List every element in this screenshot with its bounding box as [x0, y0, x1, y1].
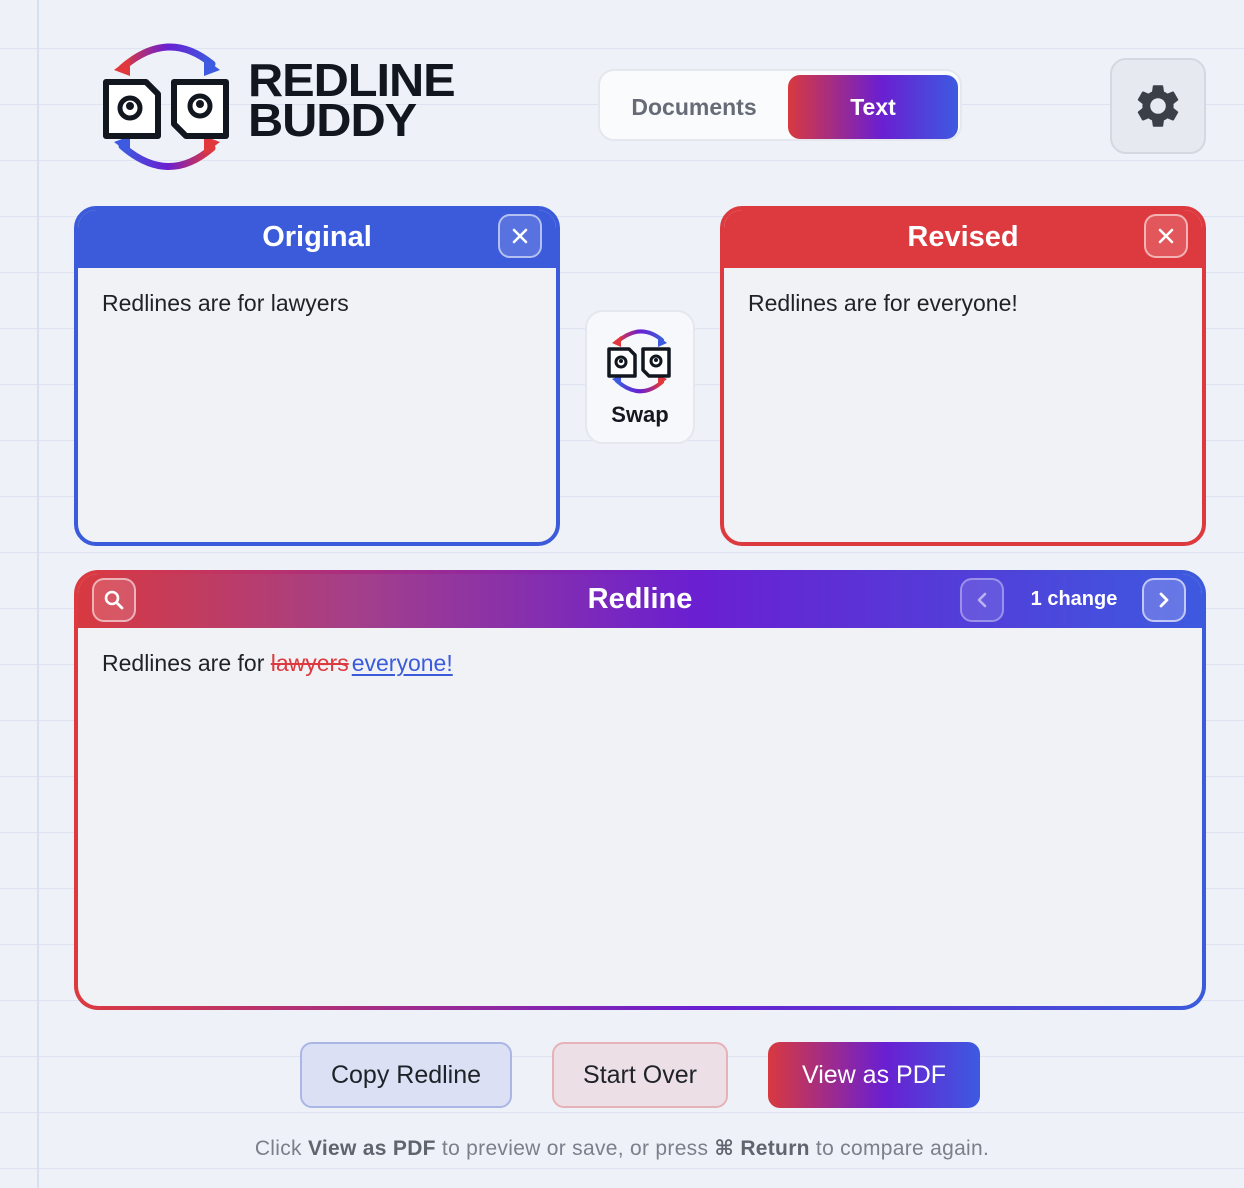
mode-toggle: Documents Text [598, 69, 962, 141]
app-logo [100, 36, 236, 176]
logo-icon [103, 43, 229, 170]
redline-panel: Redline 1 change Redlines are for lawyer… [74, 570, 1206, 1010]
next-change-button[interactable] [1142, 578, 1186, 622]
hint-text: to compare again. [809, 1137, 990, 1160]
start-over-button[interactable]: Start Over [552, 1042, 728, 1108]
redline-header: Redline 1 change [78, 574, 1202, 628]
revised-header: Revised [724, 210, 1202, 268]
chevron-right-icon [1159, 592, 1169, 608]
brand-wordmark: REDLINE BUDDY [248, 57, 456, 143]
swap-button[interactable]: Swap [585, 310, 695, 444]
change-count: 1 change [1030, 587, 1118, 610]
original-header: Original [78, 210, 556, 268]
settings-button[interactable] [1110, 58, 1206, 154]
view-pdf-button[interactable]: View as PDF [768, 1042, 980, 1108]
search-icon [104, 590, 124, 610]
chevron-left-icon [977, 592, 987, 608]
redline-deletion: lawyers [270, 650, 349, 676]
revised-title: Revised [907, 220, 1019, 253]
revised-clear-button[interactable] [1144, 214, 1188, 258]
original-textarea[interactable]: Redlines are for lawyers [78, 268, 556, 339]
revised-panel: Revised Redlines are for everyone! [720, 206, 1206, 546]
brand-line-2: BUDDY [248, 94, 417, 146]
redline-insertion: everyone! [351, 650, 453, 676]
tab-documents[interactable]: Documents [604, 75, 784, 139]
revised-textarea[interactable]: Redlines are for everyone! [724, 268, 1202, 339]
gear-icon [1137, 85, 1179, 127]
keyboard-hint: Click View as PDF to preview or save, or… [0, 1136, 1244, 1161]
hint-bold-shortcut: ⌘ Return [714, 1137, 810, 1160]
search-button[interactable] [92, 578, 136, 622]
hint-text: to preview or save, or press [435, 1137, 715, 1160]
original-panel: Original Redlines are for lawyers [74, 206, 560, 546]
hint-text: Click [254, 1137, 308, 1160]
original-clear-button[interactable] [498, 214, 542, 258]
swap-icon [607, 329, 671, 394]
original-title: Original [262, 220, 372, 253]
redline-unchanged-text: Redlines are for [102, 650, 271, 676]
swap-label: Swap [611, 402, 669, 427]
copy-redline-button[interactable]: Copy Redline [300, 1042, 512, 1108]
tab-text[interactable]: Text [788, 75, 958, 139]
previous-change-button[interactable] [960, 578, 1004, 622]
redline-title: Redline [587, 582, 693, 615]
redline-output: Redlines are for lawyers everyone! [78, 628, 1202, 699]
hint-bold-pdf: View as PDF [307, 1137, 436, 1160]
close-icon [1158, 228, 1174, 244]
close-icon [512, 228, 528, 244]
